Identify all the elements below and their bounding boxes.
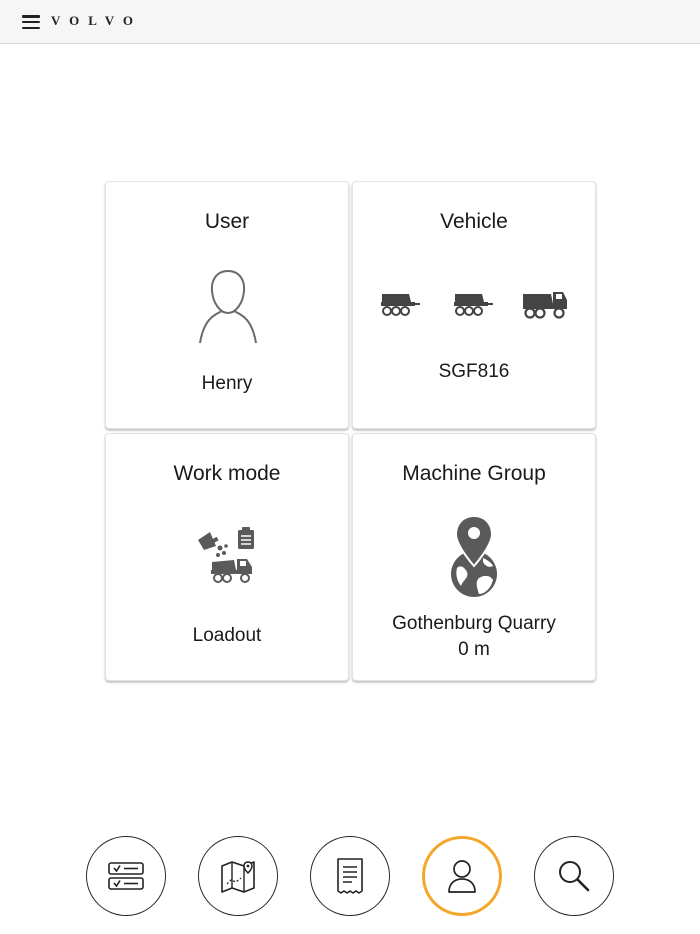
user-icon [448, 860, 476, 893]
search-icon [559, 861, 590, 892]
user-silhouette-icon [199, 269, 257, 344]
volvo-logo: VOLVO [51, 13, 142, 28]
work-mode-card[interactable]: Work mode Loadout [105, 433, 349, 681]
nav-receipt-button[interactable] [310, 836, 390, 916]
checklist-icon [108, 862, 144, 890]
nav-profile-button[interactable] [422, 836, 502, 916]
receipt-icon [337, 858, 363, 894]
work-mode-card-title: Work mode [173, 462, 281, 485]
nav-search-button[interactable] [534, 836, 614, 916]
articulated-hauler-icon [454, 294, 493, 316]
vehicle-card-title: Vehicle [440, 210, 508, 233]
work-mode-value: Loadout [192, 625, 262, 646]
user-card[interactable]: User Henry [105, 181, 349, 429]
vehicle-card[interactable]: Vehicle SGF816 [352, 181, 596, 429]
loadout-icon [198, 527, 254, 583]
machine-group-card-title: Machine Group [402, 462, 546, 485]
map-icon [221, 861, 255, 893]
machine-group-distance: 0 m [458, 639, 490, 660]
machine-group-name: Gothenburg Quarry [392, 613, 556, 634]
machine-group-card[interactable]: Machine Group Gothenburg Quarry 0 m [352, 433, 596, 681]
top-bar: VOLVO [0, 0, 700, 44]
articulated-hauler-icon [381, 294, 420, 316]
nav-map-button[interactable] [198, 836, 278, 916]
user-card-title: User [204, 210, 250, 233]
user-name: Henry [201, 373, 253, 394]
dump-truck-icon [523, 292, 567, 319]
vehicle-id: SGF816 [438, 361, 510, 382]
nav-tasks-button[interactable] [86, 836, 166, 916]
location-globe-icon [451, 514, 497, 597]
hamburger-menu-icon[interactable] [22, 14, 40, 30]
